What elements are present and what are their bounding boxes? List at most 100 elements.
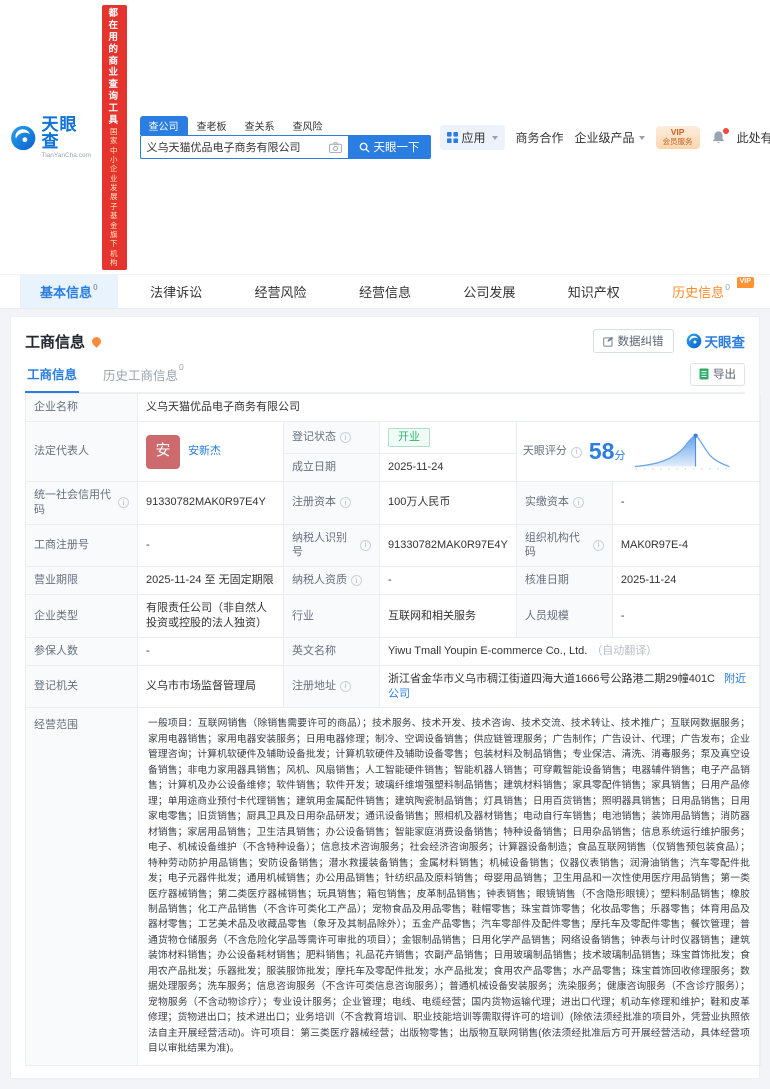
business-cooperation-link[interactable]: 商务合作 <box>516 129 564 146</box>
label-uscc: 统一社会信用代码 i <box>26 481 138 525</box>
tab-count: 0 <box>725 281 730 292</box>
camera-icon[interactable] <box>328 141 342 153</box>
label-paid-capital: 实缴资本 i <box>516 481 613 525</box>
score-label: 天眼评分 i <box>523 444 582 459</box>
tab-operational-risk[interactable]: 经营风险 <box>235 275 327 308</box>
label-organization-code: 组织机构代码 i <box>516 524 613 568</box>
enterprise-products-label: 企业级产品 <box>574 131 635 146</box>
info-icon: i <box>360 539 371 551</box>
tab-label: 公司发展 <box>463 285 516 301</box>
value-business-term: 2025-11-24 至 无固定期限 <box>138 567 284 596</box>
value-establish-date: 2025-11-24 <box>380 454 517 482</box>
label-registration-authority: 登记机关 <box>26 665 138 709</box>
info-icon: i <box>570 446 582 458</box>
section-title: 工商信息 <box>25 333 86 351</box>
auto-translate-note: （自动翻译） <box>591 644 658 657</box>
search-button[interactable]: 天眼一下 <box>347 135 431 160</box>
value-registered-capital: 100万人民币 <box>380 481 517 525</box>
export-file-icon <box>699 368 709 380</box>
enterprise-products-menu[interactable]: 企业级产品 <box>575 129 645 146</box>
status-badge-open: 开业 <box>388 428 430 448</box>
value-industry: 互联网和相关服务 <box>380 595 517 638</box>
legal-rep-name-link[interactable]: 安新杰 <box>188 444 221 459</box>
value-paid-capital: - <box>612 481 761 525</box>
label-legal-representative: 法定代表人 <box>26 422 138 482</box>
search-tab-boss[interactable]: 查老板 <box>188 116 236 135</box>
page-body: 工商信息 数据纠错 天眼查 工商信息 历史工商信息0 导出 企业名称 义乌天猫优… <box>0 308 770 1088</box>
apps-menu[interactable]: 应用 <box>439 125 505 151</box>
export-button[interactable]: 导出 <box>690 363 745 387</box>
label-registered-capital: 注册资本 i <box>284 481 380 525</box>
value-taxpayer-qualification: - <box>380 567 517 596</box>
tab-intellectual-property[interactable]: 知识产权 <box>548 275 640 308</box>
search-tab-relation[interactable]: 查关系 <box>236 116 284 135</box>
label-industry: 行业 <box>284 595 380 638</box>
value-company-type: 有限责任公司（非自然人投资或控股的法人独资） <box>138 595 284 638</box>
tab-label: 经营风险 <box>254 285 307 301</box>
legal-rep-avatar[interactable]: 安 <box>146 434 180 469</box>
search-input[interactable]: 义乌天猫优品电子商务有限公司 <box>139 135 348 160</box>
label-registration-status: 登记状态 i <box>284 422 380 455</box>
search-tab-company[interactable]: 查公司 <box>139 116 188 136</box>
edit-icon <box>602 336 613 347</box>
flame-icon <box>90 335 103 348</box>
value-registration-number: - <box>138 524 284 568</box>
tianyancha-logo-icon <box>11 125 36 150</box>
label-company-type: 企业类型 <box>26 595 138 638</box>
company-tab-bar: 基本信息 0 法律诉讼 经营风险 经营信息 公司发展 知识产权 历史信息 0 VIP <box>0 274 770 309</box>
tianyancha-logo[interactable]: 天眼查 TianYanCha.com <box>10 116 93 159</box>
tab-business-info[interactable]: 经营信息 <box>339 275 431 308</box>
subtab-current-registration[interactable]: 工商信息 <box>25 364 80 394</box>
label-establish-date: 成立日期 <box>284 454 380 482</box>
tab-basic-info[interactable]: 基本信息 0 <box>20 275 118 309</box>
vip-member-badge[interactable]: VIP 会员服务 <box>655 126 700 149</box>
data-correction-button[interactable]: 数据纠错 <box>592 329 674 354</box>
label-taxpayer-qualification: 纳税人资质 i <box>284 567 380 596</box>
notification-bell-icon[interactable] <box>711 128 729 145</box>
info-icon: i <box>118 497 129 509</box>
tab-label: 历史信息 <box>672 285 725 301</box>
card-watermark-logo: 天眼查 <box>686 331 746 351</box>
score-value: 58 <box>588 437 615 464</box>
value-staff-size: - <box>612 595 761 638</box>
value-uscc: 91330782MAK0R97E4Y <box>138 481 284 525</box>
score-unit: 分 <box>614 449 626 462</box>
tab-label: 法律诉讼 <box>150 285 203 301</box>
search-icon <box>359 142 370 153</box>
search-area: 查公司 查老板 查关系 查风险 义乌天猫优品电子商务有限公司 天眼一下 <box>139 116 431 160</box>
tab-count: 0 <box>93 281 98 292</box>
label-staff-size: 人员规模 <box>516 595 613 638</box>
card-watermark-text: 天眼查 <box>704 335 746 351</box>
subtab-count: 0 <box>179 362 184 373</box>
tab-label: 基本信息 <box>40 285 93 301</box>
user-menu[interactable]: 此处有... <box>737 129 770 146</box>
label-business-scope: 经营范围 <box>26 708 138 1066</box>
grid-icon <box>446 132 458 144</box>
value-legal-representative: 安 安新杰 <box>138 422 284 482</box>
registration-info-table: 企业名称 义乌天猫优品电子商务有限公司 法定代表人 安 安新杰 登记状态 i 开业… <box>25 393 761 1066</box>
slogan-badge: 都在用的商业查询工具 国家中小企业发展子基金旗下机构 <box>101 5 127 271</box>
apps-label: 应用 <box>461 131 486 146</box>
value-insured-count: - <box>138 637 284 666</box>
registration-subtabs: 工商信息 历史工商信息0 导出 <box>25 362 745 394</box>
search-tabs: 查公司 查老板 查关系 查风险 <box>139 116 431 136</box>
label-company-name: 企业名称 <box>26 394 138 423</box>
label-taxpayer-id: 纳税人识别号 i <box>284 524 380 568</box>
info-icon: i <box>340 681 351 692</box>
slogan-line1: 都在用的商业查询工具 <box>108 8 120 126</box>
tab-history-info[interactable]: 历史信息 0 VIP <box>652 275 754 308</box>
tianyan-score-block: 天眼评分 i 58分 <box>516 422 761 482</box>
tab-legal-proceedings[interactable]: 法律诉讼 <box>130 275 222 308</box>
user-menu-label: 此处有... <box>736 131 770 146</box>
score-curve-chart <box>635 433 730 470</box>
label-business-term: 营业期限 <box>26 567 138 596</box>
header-right-nav: 应用 商务合作 企业级产品 VIP 会员服务 此处有... <box>439 125 770 151</box>
value-organization-code: MAK0R97E-4 <box>612 524 761 568</box>
search-input-value: 义乌天猫优品电子商务有限公司 <box>146 142 301 155</box>
chevron-down-icon <box>491 135 498 140</box>
subtab-history-registration[interactable]: 历史工商信息0 <box>101 362 186 392</box>
tab-label: 经营信息 <box>358 285 411 301</box>
tab-company-development[interactable]: 公司发展 <box>443 275 535 308</box>
search-tab-risk[interactable]: 查风险 <box>284 116 332 135</box>
export-label: 导出 <box>713 369 736 382</box>
